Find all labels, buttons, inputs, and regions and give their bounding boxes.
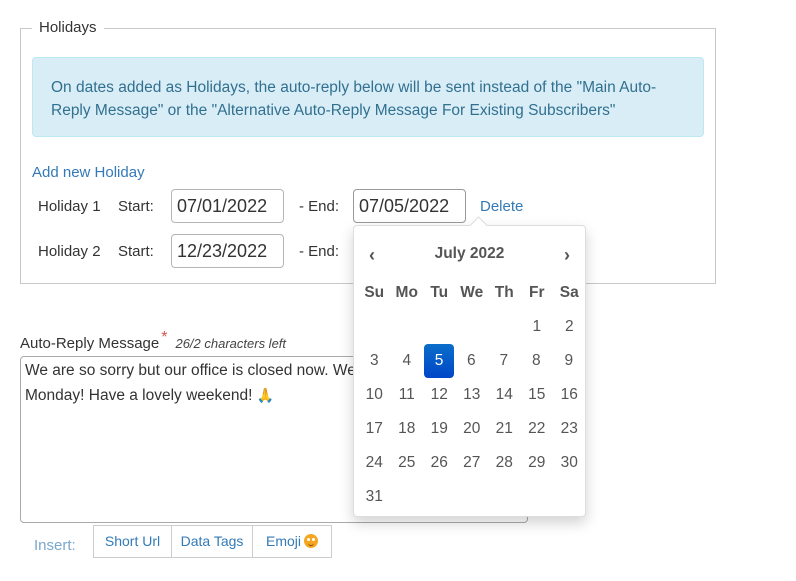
characters-left: 26/2 characters left xyxy=(175,336,287,351)
empty-cell xyxy=(553,486,586,520)
weekday-label: Mo xyxy=(395,284,418,301)
datepicker-title[interactable]: July 2022 xyxy=(354,245,585,263)
day-cell[interactable]: 9 xyxy=(553,350,586,384)
day-cell[interactable]: 22 xyxy=(521,418,554,452)
day-cell[interactable]: 11 xyxy=(391,384,424,418)
day-cell[interactable]: 15 xyxy=(521,384,554,418)
prayer-emoji-icon: 🙏 xyxy=(256,387,275,403)
day-cell[interactable]: 28 xyxy=(488,452,521,486)
weekday-label: Su xyxy=(364,284,385,301)
start-label: Start: xyxy=(118,198,154,215)
empty-cell xyxy=(358,316,391,350)
holiday-1-start-input[interactable]: 07/01/2022 xyxy=(171,189,284,223)
weekday-header-row: Su Mo Tu We Th Fr Sa xyxy=(358,282,586,316)
day-cell[interactable]: 27 xyxy=(456,452,489,486)
weekday-label: Tu xyxy=(430,284,449,301)
holiday-name: Holiday 1 xyxy=(38,198,101,215)
weekday-label: Fr xyxy=(529,284,545,301)
day-cell[interactable]: 26 xyxy=(423,452,456,486)
day-cell[interactable]: 21 xyxy=(488,418,521,452)
day-cell[interactable]: 24 xyxy=(358,452,391,486)
insert-emoji-button[interactable]: Emoji xyxy=(252,525,332,558)
datepicker-header: ‹ July 2022 › xyxy=(354,245,585,265)
day-cell[interactable]: 18 xyxy=(391,418,424,452)
day-cell[interactable]: 20 xyxy=(456,418,489,452)
week-row: 10 11 12 13 14 15 16 xyxy=(358,384,586,418)
day-cell[interactable]: 17 xyxy=(358,418,391,452)
empty-cell xyxy=(391,316,424,350)
empty-cell xyxy=(521,486,554,520)
end-label: - End: xyxy=(299,198,340,215)
holiday-1-end-input[interactable]: 07/05/2022 xyxy=(353,189,466,223)
data-tags-label: Data Tags xyxy=(180,533,244,549)
emoji-label: Emoji xyxy=(265,533,301,549)
holiday-name: Holiday 2 xyxy=(38,243,101,260)
datepicker-grid: Su Mo Tu We Th Fr Sa 1 2 3 4 5 6 7 8 9 10 11 12 13 14 15 16 17 1… xyxy=(358,282,586,520)
smiley-icon xyxy=(304,534,318,548)
day-cell[interactable]: 10 xyxy=(358,384,391,418)
week-row: 31 xyxy=(358,486,586,520)
day-cell[interactable]: 6 xyxy=(455,350,488,384)
day-cell[interactable]: 14 xyxy=(488,384,521,418)
weekday-label: Th xyxy=(494,284,514,301)
week-row: 24 25 26 27 28 29 30 xyxy=(358,452,586,486)
day-cell[interactable]: 4 xyxy=(391,350,424,384)
empty-cell xyxy=(423,486,456,520)
datepicker-popup: ‹ July 2022 › Su Mo Tu We Th Fr Sa 1 2 3 4 5 6 7 8 9 10 1… xyxy=(353,216,586,520)
message-line-2-text: Monday! Have a lovely weekend! xyxy=(25,387,257,404)
insert-short-url-button[interactable]: Short Url xyxy=(93,525,172,558)
day-cell-selected[interactable]: 5 xyxy=(424,344,454,378)
weekday-label: Sa xyxy=(559,284,579,301)
day-cell[interactable]: 30 xyxy=(553,452,586,486)
day-cell[interactable]: 3 xyxy=(358,350,391,384)
empty-cell xyxy=(488,486,521,520)
day-cell[interactable]: 25 xyxy=(391,452,424,486)
required-star: * xyxy=(161,329,168,346)
insert-label: Insert: xyxy=(34,537,76,554)
insert-data-tags-button[interactable]: Data Tags xyxy=(171,525,253,558)
holiday-2-start-input[interactable]: 12/23/2022 xyxy=(171,234,284,268)
week-row: 17 18 19 20 21 22 23 xyxy=(358,418,586,452)
end-label: - End: xyxy=(299,243,340,260)
day-cell[interactable]: 7 xyxy=(488,350,521,384)
holidays-legend: Holidays xyxy=(37,19,99,36)
empty-cell xyxy=(391,486,424,520)
weekday-label: We xyxy=(460,284,484,301)
day-cell[interactable]: 19 xyxy=(423,418,456,452)
day-cell[interactable]: 29 xyxy=(521,452,554,486)
day-cell[interactable]: 16 xyxy=(553,384,586,418)
week-row: 12 xyxy=(358,316,586,350)
week-row: 3456789 xyxy=(358,344,586,384)
auto-reply-label-text: Auto-Reply Message xyxy=(20,335,160,352)
delete-holiday-1-link[interactable]: Delete xyxy=(480,198,523,215)
start-label: Start: xyxy=(118,243,154,260)
day-cell[interactable]: 8 xyxy=(520,350,553,384)
empty-cell xyxy=(456,486,489,520)
auto-reply-label: Auto-Reply Message * 26/2 characters left xyxy=(20,329,287,353)
day-cell[interactable]: 23 xyxy=(553,418,586,452)
add-new-holiday-link[interactable]: Add new Holiday xyxy=(32,164,145,181)
empty-cell xyxy=(456,316,489,350)
next-month-icon[interactable]: › xyxy=(564,245,570,266)
day-cell[interactable]: 12 xyxy=(423,384,456,418)
short-url-label: Short Url xyxy=(104,533,161,549)
holidays-info-alert: On dates added as Holidays, the auto-rep… xyxy=(32,57,704,137)
day-cell[interactable]: 1 xyxy=(521,316,554,350)
day-cell[interactable]: 2 xyxy=(553,316,586,350)
day-cell[interactable]: 13 xyxy=(456,384,489,418)
empty-cell xyxy=(488,316,521,350)
day-cell[interactable]: 31 xyxy=(358,486,391,520)
